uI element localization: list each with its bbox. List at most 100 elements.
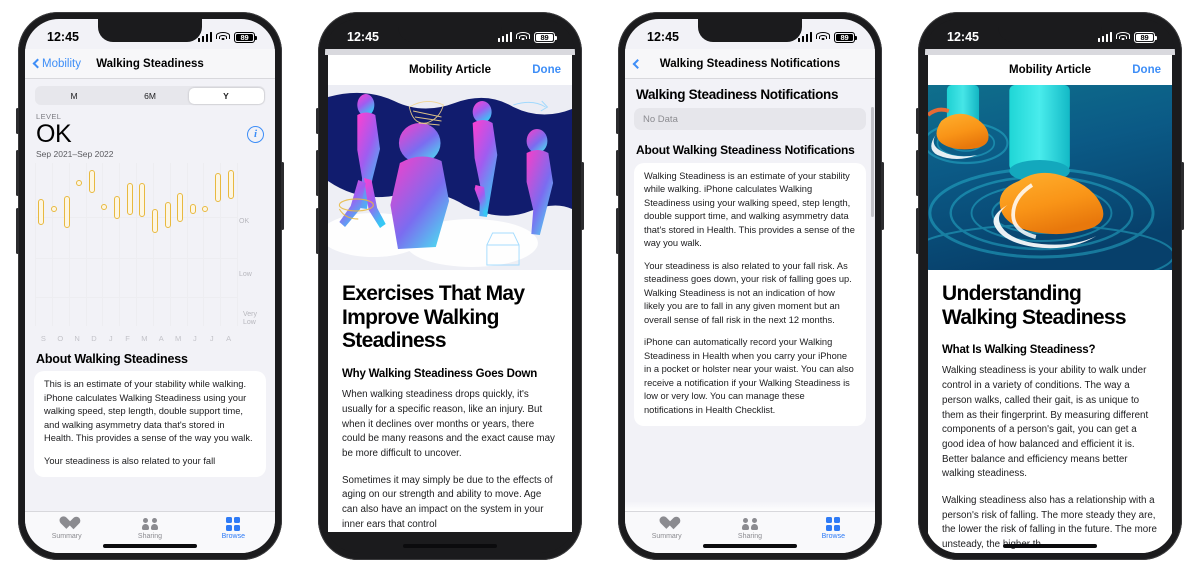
article-subhead: What Is Walking Steadiness? [942,344,1096,357]
page-title: Mobility Article [409,64,491,76]
volume-up-button [916,150,919,196]
chart-gridline [119,163,120,327]
chart-range-bar [202,205,209,213]
battery-icon: 89 [834,31,857,43]
power-button [581,162,584,230]
chart-range-bar [50,205,57,212]
back-button-mobility[interactable]: Mobility [32,58,81,70]
battery-level: 89 [1140,32,1149,42]
tab-label: Sharing [137,533,163,540]
segment-m[interactable]: M [37,88,112,104]
heart-icon [660,516,674,531]
no-data-field[interactable]: No Data [634,108,866,130]
chart-x-tick: S [40,334,46,344]
home-indicator [1003,544,1097,548]
phone-exercises-article: 12:45 89 Mobility Article Done Exercises… [316,12,584,560]
page-title: Walking Steadiness Notifications [659,57,841,70]
volume-up-button [316,150,319,196]
chart-range-bar [88,169,95,193]
volume-down-button [16,208,19,254]
y-tick-very-low: Very Low [243,311,258,327]
article-paragraph: Walking steadiness is your ability to wa… [942,365,1149,480]
phone-3-container: 12:45 89 Walking Steadiness Notification… [600,0,900,572]
chart-x-tick: O [57,334,64,344]
chart-range-bar [114,195,121,219]
back-button[interactable] [632,58,643,69]
screen-1: 12:45 89 Mobility Walking Steadiness M 6… [25,19,275,553]
chart-x-tick: J [209,334,214,344]
about-card: This is an estimate of your stability wh… [34,371,266,478]
mute-switch [916,108,919,134]
wifi-icon [1116,31,1130,43]
y-tick-ok: OK [239,218,250,226]
range-segmented-control[interactable]: M 6M Y [35,86,265,105]
chart-gridline [186,163,187,327]
wifi-icon [216,31,230,43]
chevron-left-icon [32,58,43,69]
article-title: Understanding Walking Steadiness [942,282,1127,329]
about-section-title: About Walking Steadiness Notifications [636,143,855,157]
chart-x-tick: A [226,334,232,344]
about-paragraph: This is an estimate of your stability wh… [44,379,253,444]
chart-range-bar [215,173,222,203]
chart-gridline [152,163,154,327]
phone-gallery: 12:45 89 Mobility Walking Steadiness M 6… [0,0,1200,572]
chart-range-bar [189,204,196,214]
article-sheet: Mobility Article Done [928,55,1172,553]
heart-icon [60,516,74,531]
tab-label: Browse [821,533,845,540]
about-card-3: Walking Steadiness is an estimate of you… [634,163,866,426]
nav-bar-4: Mobility Article Done [928,55,1172,85]
article-title: Exercises That May Improve Walking Stead… [342,282,525,353]
tab-sharing[interactable]: Sharing [708,516,791,540]
battery-level: 89 [840,32,849,42]
hero-illustration-shoes-ripples [928,85,1172,270]
walking-figures-illustration [328,85,572,270]
walking-steadiness-chart: OK Low Very Low SONDJFMAMJJA [35,163,267,343]
article-body-4: Understanding Walking Steadiness What Is… [928,270,1172,553]
chart-range-bar [76,179,83,186]
power-button [881,162,884,230]
tab-label: Browse [221,533,245,540]
article-subhead: Why Walking Steadiness Goes Down [342,368,538,381]
page-heading: Walking Steadiness Notifications [636,87,839,102]
chart-gridline [169,163,171,327]
done-button[interactable]: Done [532,64,561,76]
home-indicator [703,544,797,548]
tab-browse[interactable]: Browse [192,516,275,540]
info-circle-icon[interactable]: i [247,125,264,143]
chart-gridline [237,163,238,327]
notch [698,19,802,42]
volume-up-button [616,150,619,196]
volume-down-button [916,208,919,254]
home-indicator [103,544,197,548]
people-icon [141,516,159,531]
done-button[interactable]: Done [1132,64,1161,76]
tab-browse[interactable]: Browse [792,516,875,540]
grid-icon [826,516,841,531]
segment-6m[interactable]: 6M [113,88,188,104]
chart-x-tick: N [74,334,80,344]
phone-notifications-settings: 12:45 89 Walking Steadiness Notification… [616,12,884,560]
chart-gridline [102,163,103,327]
grid-icon [226,516,241,531]
chart-gridline [68,163,70,327]
level-value: OK [36,120,72,148]
tab-sharing[interactable]: Sharing [108,516,191,540]
tab-summary[interactable]: Summary [625,516,708,540]
mute-switch [16,108,19,134]
article-paragraph: Sometimes it may simply be due to the ef… [342,474,553,530]
chart-x-tick: A [158,334,164,344]
tab-summary[interactable]: Summary [25,516,108,540]
wifi-icon [816,31,830,43]
battery-level: 89 [240,32,249,42]
chart-range-bar [126,182,133,216]
segment-y[interactable]: Y [188,87,264,104]
status-time: 12:45 [647,30,679,44]
chart-gridline [35,257,237,259]
scroll-indicator[interactable] [871,107,874,217]
about-paragraph: Your steadiness is also related to your … [44,455,216,466]
about-paragraph: Your steadiness is also related to your … [644,260,852,325]
chart-range-bar [227,169,234,200]
power-button [281,162,284,230]
